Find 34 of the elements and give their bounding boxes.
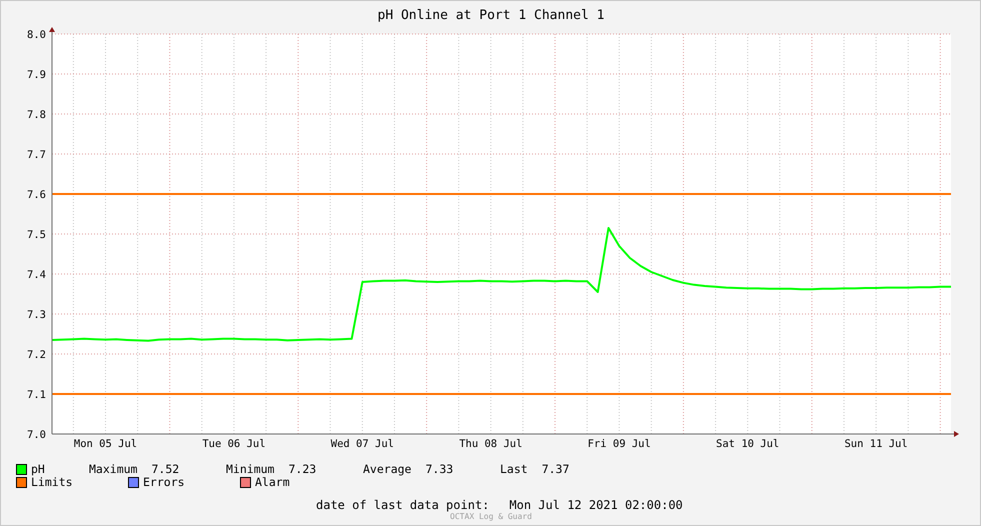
x-tick-label: Tue 06 Jul [202,438,266,450]
last-data-label: date of last data point: [316,499,490,512]
y-tick-label: 7.5 [27,229,46,241]
stat-label: Maximum [89,463,138,476]
y-tick-label: 7.8 [27,109,46,121]
stat-value: 7.33 [425,463,454,476]
x-tick-label: Mon 05 Jul [74,438,138,450]
legend-label: pH [31,463,45,476]
x-tick-label: Sat 10 Jul [716,438,780,450]
y-tick-label: 7.4 [27,269,46,281]
legend-label: Errors [143,476,185,489]
y-tick-label: 7.2 [27,349,46,361]
legend-label: Limits [31,476,73,489]
stat-value: 7.52 [151,463,180,476]
stat-label: Last [500,463,528,476]
stat-value: 7.37 [542,463,570,476]
x-tick-label: Thu 08 Jul [459,438,522,450]
y-tick-label: 7.9 [27,69,46,81]
stat-label: Minimum [226,463,274,476]
credit-text: OCTAX Log & Guard [449,512,533,521]
y-tick-label: 7.3 [27,309,46,321]
x-tick-label: Sun 11 Jul [844,438,908,450]
y-tick-label: 7.6 [27,189,46,201]
last-data-value: Mon Jul 12 2021 02:00:00 [509,499,683,512]
x-tick-label: Wed 07 Jul [330,438,394,450]
y-tick-label: 7.0 [27,429,46,441]
y-tick-label: 8.0 [27,29,46,41]
x-tick-label: Fri 09 Jul [588,438,651,450]
y-tick-label: 7.7 [27,149,46,161]
chart-title: pH Online at Port 1 Channel 1 [378,8,604,23]
y-tick-label: 7.1 [27,389,46,401]
stat-value: 7.23 [288,463,316,476]
stat-label: Average [363,463,412,476]
legend-label: Alarm [255,476,290,489]
